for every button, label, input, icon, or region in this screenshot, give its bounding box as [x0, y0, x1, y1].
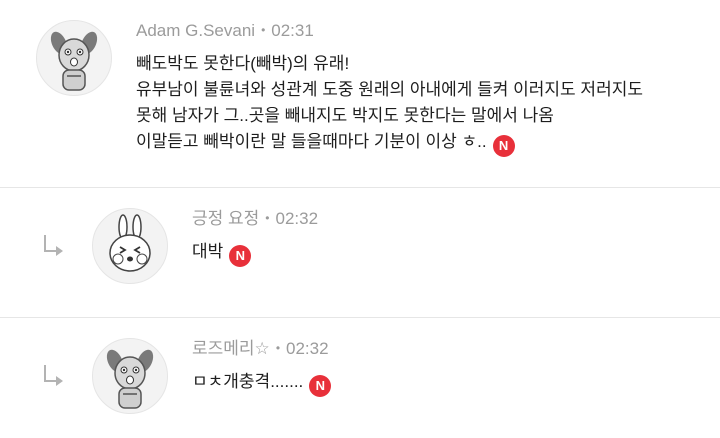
comment-text-line: 빼도박도 못한다(빼박)의 유래!: [136, 54, 350, 73]
new-badge: N: [309, 375, 332, 397]
comment-author[interactable]: Adam G.Sevani: [136, 21, 255, 40]
comment-time: 02:32: [286, 339, 329, 358]
new-badge: N: [229, 245, 252, 267]
comment-author[interactable]: 로즈메리☆: [192, 339, 270, 358]
new-badge: N: [492, 135, 515, 157]
reply-arrow-icon: [38, 235, 64, 263]
comment-time: 02:31: [271, 21, 314, 40]
meta-separator: •: [265, 211, 270, 225]
reply-arrow-icon: [38, 365, 64, 393]
comment-text: ㅁㅊ개충격....... N: [192, 369, 332, 397]
reply-item: 긍정 요정 • 02:32 대박 N: [0, 188, 720, 318]
comment-text-line: ㅁㅊ개충격.......: [192, 372, 304, 391]
bunny-character-icon: [109, 214, 151, 272]
comment-text: 빼도박도 못한다(빼박)의 유래! 유부남이 불륜녀와 성관계 도중 원래의 아…: [136, 51, 643, 157]
meta-separator: •: [261, 23, 266, 37]
meta-separator: •: [275, 341, 281, 355]
dog-character-icon: [50, 31, 98, 91]
comment-text-line: 이말듣고 빼박이란 말 들을때마다 기분이 이상 ㅎ..: [136, 132, 487, 151]
comment-text-line: 못해 남자가 그..곳을 빼내지도 박지도 못한다는 말에서 나옴: [136, 106, 554, 125]
comment-text: 대박 N: [192, 239, 318, 267]
reply-item: 로즈메리☆ • 02:32 ㅁㅊ개충격....... N: [0, 318, 720, 438]
author-avatar[interactable]: [92, 338, 168, 414]
author-avatar[interactable]: [92, 208, 168, 284]
comment-item: Adam G.Sevani • 02:31 빼도박도 못한다(빼박)의 유래! 유부…: [0, 0, 720, 188]
comment-text-line: 유부남이 불륜녀와 성관계 도중 원래의 아내에게 들켜 이러지도 저러지도: [136, 80, 643, 99]
dog-character-icon: [106, 349, 154, 409]
comment-time: 02:32: [275, 209, 319, 228]
comment-text-line: 대박: [192, 242, 224, 261]
author-avatar[interactable]: [36, 20, 112, 96]
comment-author[interactable]: 긍정 요정: [192, 209, 259, 228]
